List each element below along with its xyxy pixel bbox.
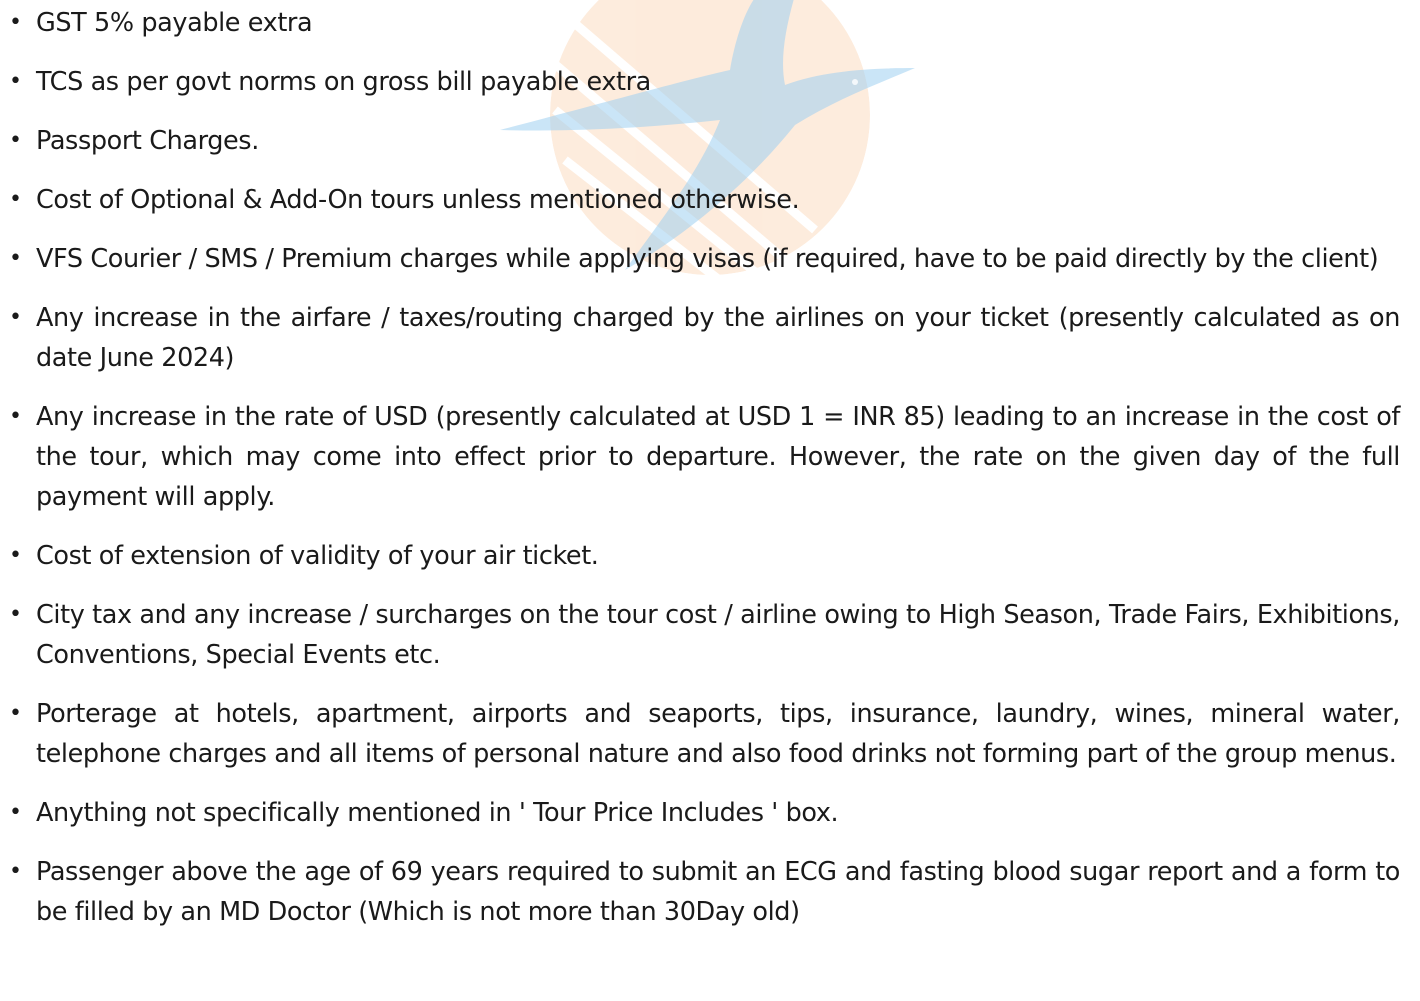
bullet: • <box>9 602 22 627</box>
bullet: • <box>9 404 22 429</box>
list-item: • City tax and any increase / surcharges… <box>0 595 1400 675</box>
list-item: • Any increase in the rate of USD (prese… <box>0 397 1400 517</box>
bullet: • <box>9 800 22 825</box>
bullet: • <box>9 246 22 271</box>
list-item-text: Porterage at hotels, apartment, airports… <box>36 699 1400 769</box>
list-item: • Cost of Optional & Add-On tours unless… <box>0 180 1400 220</box>
bullet: • <box>9 69 22 94</box>
list-item: • Any increase in the airfare / taxes/ro… <box>0 298 1400 378</box>
list-item: • VFS Courier / SMS / Premium charges wh… <box>0 239 1400 279</box>
bullet: • <box>9 859 22 884</box>
bullet: • <box>9 543 22 568</box>
list-item-text: Passenger above the age of 69 years requ… <box>36 857 1400 927</box>
list-item-text: Cost of Optional & Add-On tours unless m… <box>36 185 800 215</box>
bullet: • <box>9 10 22 35</box>
list-item-text: Passport Charges. <box>36 126 259 156</box>
list-item: • Passport Charges. <box>0 121 1400 161</box>
bullet: • <box>9 701 22 726</box>
list-item-text: Any increase in the airfare / taxes/rout… <box>36 303 1400 373</box>
list-item: • Passenger above the age of 69 years re… <box>0 852 1400 932</box>
list-item-text: VFS Courier / SMS / Premium charges whil… <box>36 244 1379 274</box>
bullet: • <box>9 128 22 153</box>
bullet: • <box>9 305 22 330</box>
list-item: • Anything not specifically mentioned in… <box>0 793 1400 833</box>
list-item-text: GST 5% payable extra <box>36 8 313 38</box>
list-item-text: Any increase in the rate of USD (present… <box>36 402 1400 512</box>
list-item-text: City tax and any increase / surcharges o… <box>36 600 1400 670</box>
list-item-text: TCS as per govt norms on gross bill paya… <box>36 67 651 97</box>
list-item: • Porterage at hotels, apartment, airpor… <box>0 694 1400 774</box>
bullet: • <box>9 187 22 212</box>
tour-price-excludes-list: • GST 5% payable extra • TCS as per govt… <box>0 0 1420 951</box>
list-item-text: Cost of extension of validity of your ai… <box>36 541 599 571</box>
list-item: • GST 5% payable extra <box>0 3 1400 43</box>
list-item: • TCS as per govt norms on gross bill pa… <box>0 62 1400 102</box>
list-item: • Cost of extension of validity of your … <box>0 536 1400 576</box>
list-item-text: Anything not specifically mentioned in '… <box>36 798 839 828</box>
